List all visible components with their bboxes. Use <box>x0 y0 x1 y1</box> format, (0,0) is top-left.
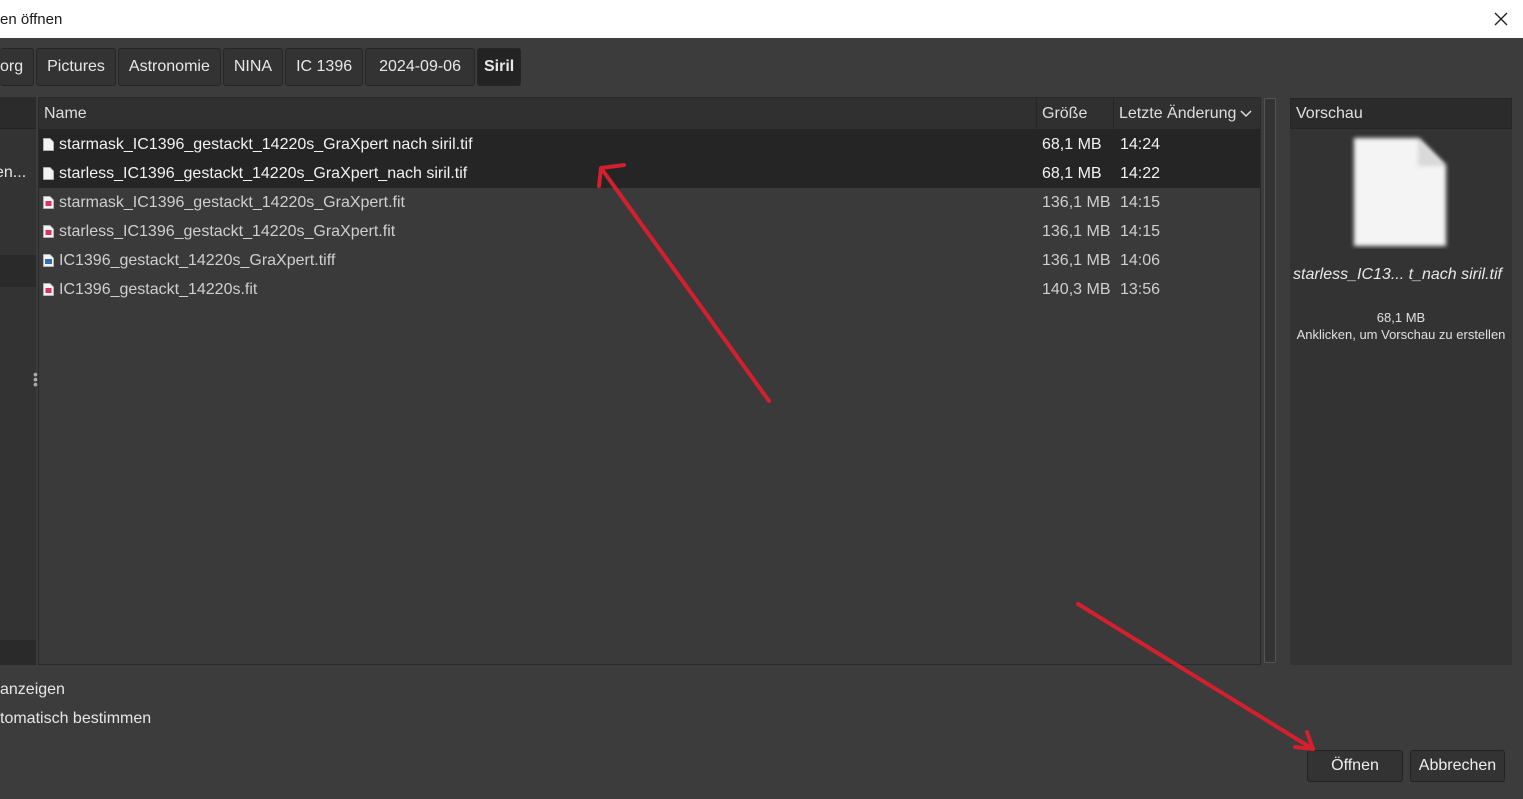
file-modified: 14:15 <box>1120 193 1161 211</box>
file-row[interactable]: starmask_IC1396_gestackt_14220s_GraXpert… <box>39 188 1260 217</box>
document-icon <box>43 137 55 152</box>
show-hidden-option[interactable]: anzeigen <box>0 681 65 699</box>
column-header-name[interactable]: Name <box>39 98 1037 129</box>
file-row[interactable]: starmask_IC1396_gestackt_14220s_GraXpert… <box>39 130 1260 159</box>
close-button[interactable] <box>1488 6 1514 32</box>
auto-type-option[interactable]: tomatisch bestimmen <box>0 710 151 728</box>
crumb-pictures[interactable]: Pictures <box>36 48 116 86</box>
file-modified: 14:22 <box>1120 164 1161 182</box>
file-size: 136,1 MB <box>1042 251 1111 269</box>
places-sidebar: en... <box>0 97 36 665</box>
crumb-astronomie[interactable]: Astronomie <box>117 48 221 86</box>
column-modified-label: Letzte Änderung <box>1119 104 1237 122</box>
chevron-down-icon <box>1240 109 1252 118</box>
breadcrumb: org Pictures Astronomie NINA IC 1396 202… <box>0 48 522 86</box>
open-button[interactable]: Öffnen <box>1307 750 1403 782</box>
window-title: en öffnen <box>0 11 63 28</box>
title-bar: en öffnen <box>0 0 1523 38</box>
close-icon <box>1494 12 1508 26</box>
file-name: IC1396_gestackt_14220s.fit <box>59 280 258 298</box>
file-name: starless_IC1396_gestackt_14220s_GraXpert… <box>59 164 468 182</box>
file-list-scrollbar[interactable] <box>1264 98 1276 663</box>
file-name: starless_IC1396_gestackt_14220s_GraXpert… <box>59 222 396 240</box>
column-size-label: Größe <box>1042 104 1088 122</box>
file-row[interactable]: IC1396_gestackt_14220s.fit 140,3 MB 13:5… <box>39 275 1260 304</box>
column-header-size[interactable]: Größe <box>1037 98 1114 129</box>
preview-header: Vorschau <box>1290 98 1512 129</box>
preview-panel: Vorschau starless_IC13... t_nach siril.t… <box>1290 98 1512 665</box>
file-modified: 14:24 <box>1120 135 1161 153</box>
preview-document-icon <box>1350 134 1450 249</box>
crumb-siril[interactable]: Siril <box>476 48 522 86</box>
preview-hint[interactable]: Anklicken, um Vorschau zu erstellen <box>1290 327 1512 342</box>
sidebar-header <box>0 97 36 129</box>
document-icon <box>43 166 55 181</box>
file-modified: 14:06 <box>1120 251 1161 269</box>
file-name: IC1396_gestackt_14220s_GraXpert.tiff <box>59 251 336 269</box>
file-size: 68,1 MB <box>1042 164 1102 182</box>
file-name: starmask_IC1396_gestackt_14220s_GraXpert… <box>59 135 473 153</box>
crumb-nina[interactable]: NINA <box>222 48 284 86</box>
file-size: 140,3 MB <box>1042 280 1111 298</box>
fits-file-icon <box>43 195 55 210</box>
fits-file-icon <box>43 282 55 297</box>
fits-file-icon <box>43 224 55 239</box>
pane-splitter-handle[interactable]: • • • <box>33 367 38 391</box>
column-name-label: Name <box>44 104 87 122</box>
sidebar-selected-row[interactable] <box>0 255 36 287</box>
file-row[interactable]: IC1396_gestackt_14220s_GraXpert.tiff 136… <box>39 246 1260 275</box>
file-row[interactable]: starless_IC1396_gestackt_14220s_GraXpert… <box>39 159 1260 188</box>
file-size: 136,1 MB <box>1042 193 1111 211</box>
crumb-org[interactable]: org <box>0 48 35 86</box>
crumb-date[interactable]: 2024-09-06 <box>365 48 475 86</box>
file-name: starmask_IC1396_gestackt_14220s_GraXpert… <box>59 193 405 211</box>
preview-file-name: starless_IC13... t_nach siril.tif <box>1293 266 1502 283</box>
file-list: Name Größe Letzte Änderung starmask_IC13… <box>38 97 1261 665</box>
sidebar-footer <box>0 640 36 665</box>
file-modified: 13:56 <box>1120 280 1161 298</box>
file-list-header: Name Größe Letzte Änderung <box>39 98 1260 130</box>
cancel-button[interactable]: Abbrechen <box>1410 750 1505 782</box>
file-size: 68,1 MB <box>1042 135 1102 153</box>
column-header-modified[interactable]: Letzte Änderung <box>1114 98 1262 129</box>
file-size: 136,1 MB <box>1042 222 1111 240</box>
file-modified: 14:15 <box>1120 222 1161 240</box>
preview-file-size: 68,1 MB <box>1376 310 1426 325</box>
file-row[interactable]: starless_IC1396_gestackt_14220s_GraXpert… <box>39 217 1260 246</box>
sidebar-item-selected[interactable]: en... <box>0 164 26 182</box>
image-file-icon <box>43 253 55 268</box>
crumb-ic1396[interactable]: IC 1396 <box>285 48 364 86</box>
